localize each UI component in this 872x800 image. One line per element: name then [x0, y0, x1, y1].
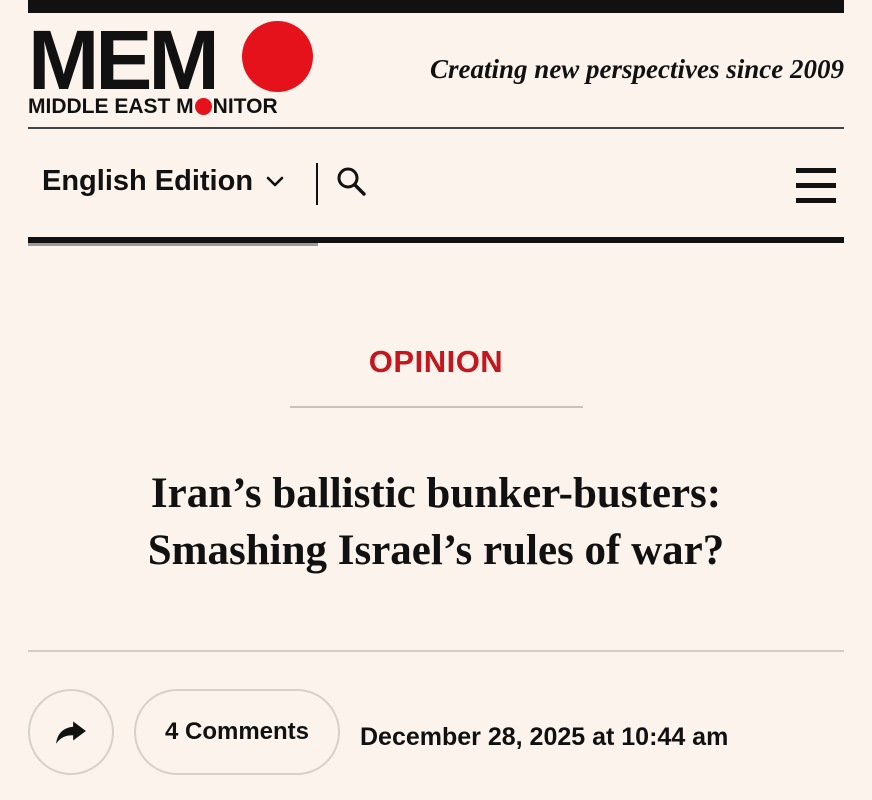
search-icon	[337, 167, 366, 196]
hamburger-menu-button[interactable]	[796, 166, 836, 206]
logo-subtitle-dot	[194, 98, 212, 115]
logo-subtitle-part1: MIDDLE EAST M	[28, 95, 194, 118]
headline-line-2: Smashing Israel’s rules of war?	[147, 527, 725, 574]
logo-subtitle: MIDDLE EAST M NITOR	[28, 95, 278, 119]
article-category[interactable]: OPINION	[0, 344, 872, 380]
nav-separator	[316, 163, 318, 205]
meta-divider	[28, 650, 844, 652]
logo-subtitle-part2: NITOR	[212, 95, 278, 118]
chevron-down-icon	[266, 176, 284, 186]
comments-button[interactable]: 4 Comments	[134, 689, 340, 775]
logo-wordmark: MEM	[28, 13, 220, 107]
share-button[interactable]	[28, 689, 114, 775]
edition-label: English Edition	[42, 165, 254, 197]
memo-logo[interactable]: MEM MIDDLE EAST M NITOR	[28, 18, 328, 122]
menu-bar-middle	[796, 183, 836, 188]
category-divider	[290, 406, 583, 408]
share-arrow-icon	[56, 721, 86, 744]
headline-line-1: Iran’s ballistic bunker-busters:	[150, 470, 722, 517]
menu-bar-top	[796, 168, 836, 173]
search-button[interactable]	[334, 164, 370, 200]
comments-label: 4 Comments	[164, 718, 310, 745]
menu-bar-bottom	[796, 198, 836, 203]
article-headline: Iran’s ballistic bunker-busters: Smashin…	[60, 465, 812, 579]
edition-selector[interactable]: English Edition	[42, 165, 285, 198]
top-bar	[28, 0, 844, 13]
logo-red-dot	[242, 21, 313, 92]
header-divider	[28, 127, 844, 129]
publish-date: December 28, 2025 at 10:44 am	[360, 723, 729, 751]
nav-divider-accent	[28, 243, 318, 246]
site-tagline: Creating new perspectives since 2009	[430, 54, 844, 84]
